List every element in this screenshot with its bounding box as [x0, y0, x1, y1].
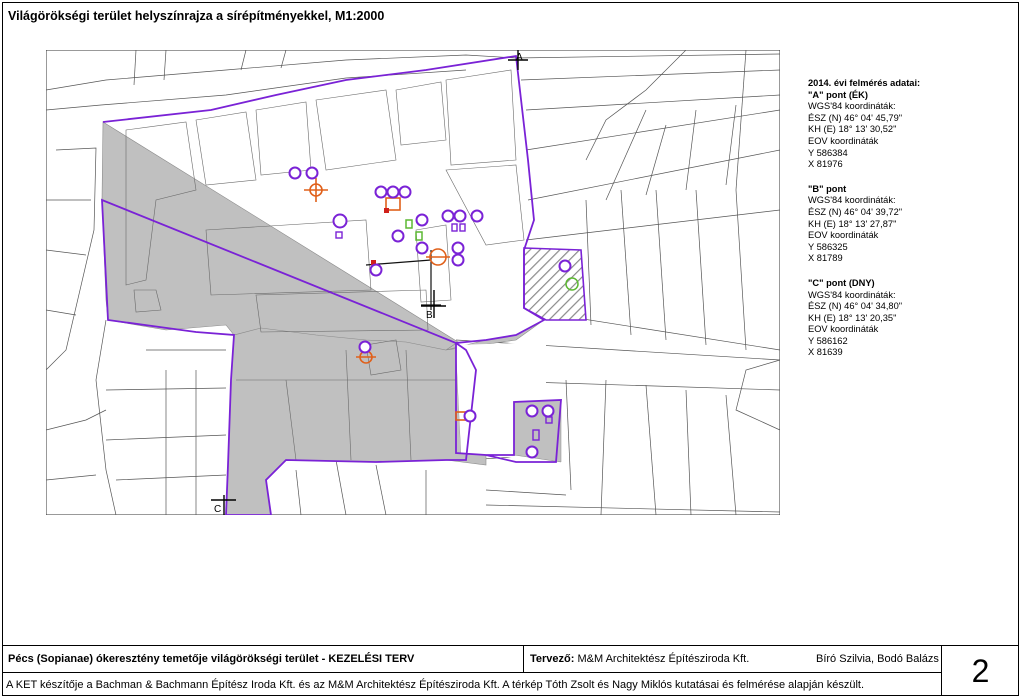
point-label-b: B [426, 310, 433, 321]
point-b-east: KH (E) 18° 13' 27,87" [808, 218, 897, 229]
hatched-parcel [523, 247, 587, 321]
page-number: 2 [971, 652, 990, 689]
point-a-y: Y 586384 [808, 147, 848, 158]
point-b-y: Y 586325 [808, 241, 848, 252]
survey-point-b: "B" pont WGS'84 koordináták: ÉSZ (N) 46°… [808, 184, 1008, 265]
point-a-north: ÉSZ (N) 46° 04' 45,79" [808, 112, 903, 123]
survey-heading: 2014. évi felmérés adatai: [808, 78, 921, 88]
footer-divider [523, 645, 524, 672]
designer-field: Tervező: M&M Architektész Építésziroda K… [530, 653, 749, 665]
point-c-north: ÉSZ (N) 46° 04' 34,80" [808, 301, 903, 312]
point-c-x: X 81639 [808, 347, 843, 358]
point-label-a: A [516, 52, 523, 63]
point-a-east: KH (E) 18° 13' 30,52" [808, 124, 897, 135]
point-b-eov-label: EOV koordináták [808, 230, 879, 241]
credit-line: A KET készítője a Bachman & Bachmann Épí… [6, 679, 864, 691]
site-plan-map: A B C [46, 50, 780, 515]
point-c-east: KH (E) 18° 13' 20,35" [808, 312, 897, 323]
point-a-wgs-label: WGS'84 koordináták: [808, 101, 896, 112]
point-a-eov-label: EOV koordináták [808, 135, 879, 146]
point-a-name: "A" pont (ÉK) [808, 89, 868, 100]
designer-label: Tervező: [530, 653, 575, 665]
map-title: Világörökségi terület helyszínrajza a sí… [8, 9, 385, 23]
point-a-x: X 81976 [808, 159, 843, 170]
point-c-name: "C" pont (DNY) [808, 277, 875, 288]
point-b-x: X 81789 [808, 253, 843, 264]
point-c-eov-label: EOV koordináták [808, 324, 879, 335]
survey-point-c: "C" pont (DNY) WGS'84 koordináták: ÉSZ (… [808, 278, 1008, 359]
authors: Bíró Szilvia, Bodó Balázs [816, 653, 939, 665]
survey-coordinates-panel: 2014. évi felmérés adatai: "A" pont (ÉK)… [808, 78, 1008, 372]
point-label-c: C [214, 504, 221, 515]
footer-row-credit: A KET készítője a Bachman & Bachmann Épí… [2, 672, 942, 696]
survey-point-a: 2014. évi felmérés adatai: "A" pont (ÉK)… [808, 78, 1008, 171]
point-c-y: Y 586162 [808, 335, 848, 346]
point-b-wgs-label: WGS'84 koordináták: [808, 195, 896, 206]
designer-name: M&M Architektész Építésziroda Kft. [577, 653, 750, 665]
point-c-wgs-label: WGS'84 koordináták: [808, 289, 896, 300]
point-b-name: "B" pont [808, 183, 847, 194]
project-title: Pécs (Sopianae) ókeresztény temetője vil… [8, 653, 415, 665]
point-b-north: ÉSZ (N) 46° 04' 39,72" [808, 206, 903, 217]
